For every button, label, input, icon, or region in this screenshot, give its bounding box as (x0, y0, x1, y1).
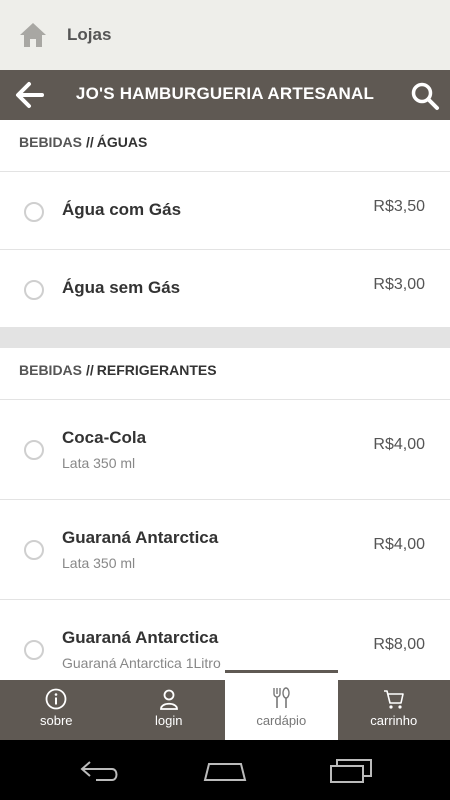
info-icon (45, 688, 67, 710)
menu-list[interactable]: BEBIDAS//ÁGUAS Água com Gás R$3,50 Água … (0, 120, 450, 680)
nav-sobre[interactable]: sobre (0, 680, 113, 740)
app-screen: Lojas JO'S HAMBURGUERIA ARTESANAL BEBIDA… (0, 0, 450, 800)
item-radio[interactable] (24, 640, 44, 660)
cutlery-icon (273, 687, 290, 708)
section-subcategory: ÁGUAS (96, 134, 148, 150)
section-separator: // (86, 362, 94, 378)
user-icon (159, 689, 178, 710)
system-navigation-bar (0, 740, 450, 800)
item-price: R$3,50 (373, 198, 425, 215)
section-category: BEBIDAS (19, 134, 83, 150)
menu-item[interactable]: Água com Gás R$3,50 (0, 172, 450, 250)
home-icon[interactable] (19, 22, 47, 48)
item-name: Guaraná Antarctica (62, 528, 219, 547)
topbar-title: Lojas (67, 25, 112, 44)
item-name: Água com Gás (62, 200, 182, 219)
store-header: JO'S HAMBURGUERIA ARTESANAL (0, 70, 450, 120)
item-price: R$8,00 (373, 636, 425, 653)
section-gap (0, 328, 450, 348)
section-header: BEBIDAS//REFRIGERANTES (0, 348, 450, 400)
menu-item[interactable]: Guaraná Antarctica Guaraná Antarctica 1L… (0, 600, 450, 680)
item-radio[interactable] (24, 202, 44, 222)
item-name: Água sem Gás (62, 278, 181, 297)
bottom-navigation: sobre login cardápio carrinho (0, 670, 450, 740)
section-separator: // (86, 134, 94, 150)
nav-carrinho[interactable]: carrinho (338, 680, 450, 740)
nav-cardapio[interactable]: cardápio (225, 670, 338, 740)
cart-icon (383, 690, 404, 709)
back-icon[interactable] (76, 756, 124, 784)
menu-item[interactable]: Guaraná Antarctica Lata 350 ml R$4,00 (0, 500, 450, 600)
item-description: Guaraná Antarctica 1Litro (62, 655, 221, 671)
home-button-icon[interactable] (201, 756, 249, 784)
nav-label: sobre (39, 713, 73, 728)
item-description: Lata 350 ml (62, 455, 136, 471)
menu-item[interactable]: Água sem Gás R$3,00 (0, 250, 450, 328)
item-name: Guaraná Antarctica (62, 628, 219, 647)
section-subcategory: REFRIGERANTES (96, 362, 217, 378)
nav-login[interactable]: login (113, 680, 226, 740)
item-name: Coca-Cola (62, 428, 147, 447)
item-radio[interactable] (24, 440, 44, 460)
item-price: R$4,00 (373, 436, 425, 453)
section-category: BEBIDAS (19, 362, 83, 378)
search-icon[interactable] (410, 81, 440, 111)
section-header: BEBIDAS//ÁGUAS (0, 120, 450, 172)
item-radio[interactable] (24, 540, 44, 560)
store-name: JO'S HAMBURGUERIA ARTESANAL (75, 84, 375, 103)
item-price: R$4,00 (373, 536, 425, 553)
item-radio[interactable] (24, 280, 44, 300)
top-bar: Lojas (0, 0, 450, 70)
nav-label: login (155, 713, 183, 728)
nav-label: carrinho (370, 713, 418, 728)
menu-item[interactable]: Coca-Cola Lata 350 ml R$4,00 (0, 400, 450, 500)
item-price: R$3,00 (373, 276, 425, 293)
item-description: Lata 350 ml (62, 555, 136, 571)
nav-label: cardápio (256, 713, 307, 728)
recent-apps-icon[interactable] (327, 756, 375, 784)
